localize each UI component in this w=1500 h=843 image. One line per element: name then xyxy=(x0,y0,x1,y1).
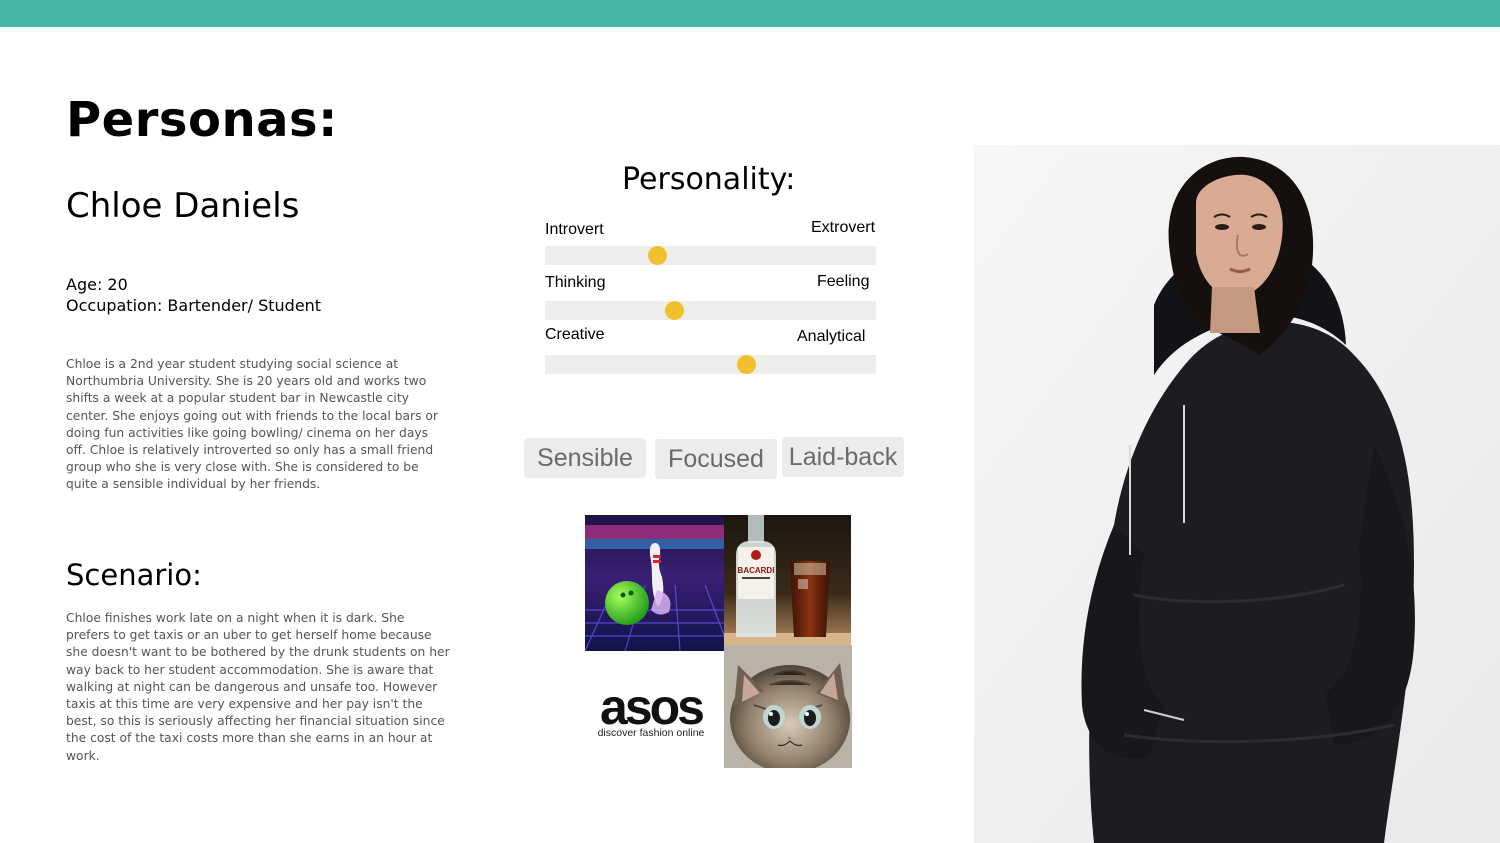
trait-tag: Laid-back xyxy=(782,437,904,477)
persona-photo xyxy=(974,145,1500,843)
bowling-image xyxy=(585,515,724,651)
bottle-label: BACARDI xyxy=(738,566,775,575)
trait-slider-dot xyxy=(737,355,757,374)
trait-slider-dot xyxy=(664,301,684,320)
trait-slider-track xyxy=(545,246,876,265)
trait-left-label: Creative xyxy=(545,326,605,343)
top-accent-bar xyxy=(0,0,1500,27)
trait-tag: Focused xyxy=(655,439,777,479)
kitten-image xyxy=(724,645,852,768)
bacardi-drinks-image: BACARDI xyxy=(724,515,851,645)
trait-right-label: Feeling xyxy=(817,273,870,290)
persona-age: Age: 20 xyxy=(66,275,128,294)
trait-tag: Sensible xyxy=(524,438,646,478)
trait-right-label: Extrovert xyxy=(811,219,876,236)
persona-details: Age: 20 Occupation: Bartender/ Student xyxy=(66,274,321,316)
trait-slider-dot xyxy=(648,246,668,265)
persona-name: Chloe Daniels xyxy=(66,186,300,226)
trait-left-label: Thinking xyxy=(545,274,606,291)
trait-slider-track xyxy=(545,355,876,374)
scenario-text: Chloe finishes work late on a night when… xyxy=(66,611,450,763)
asos-logo-tagline: discover fashion online xyxy=(598,727,705,739)
scenario-heading: Scenario: xyxy=(66,558,202,592)
persona-bio: Chloe is a 2nd year student studying soc… xyxy=(66,357,438,492)
persona-occupation: Occupation: Bartender/ Student xyxy=(66,296,322,315)
page-title: Personas: xyxy=(66,92,338,148)
trait-left-label: Introvert xyxy=(545,221,604,238)
asos-logo: asos discover fashion online xyxy=(585,651,724,768)
trait-right-label: Analytical xyxy=(797,328,866,345)
personality-heading: Personality: xyxy=(622,162,796,197)
trait-slider-track xyxy=(545,301,876,320)
